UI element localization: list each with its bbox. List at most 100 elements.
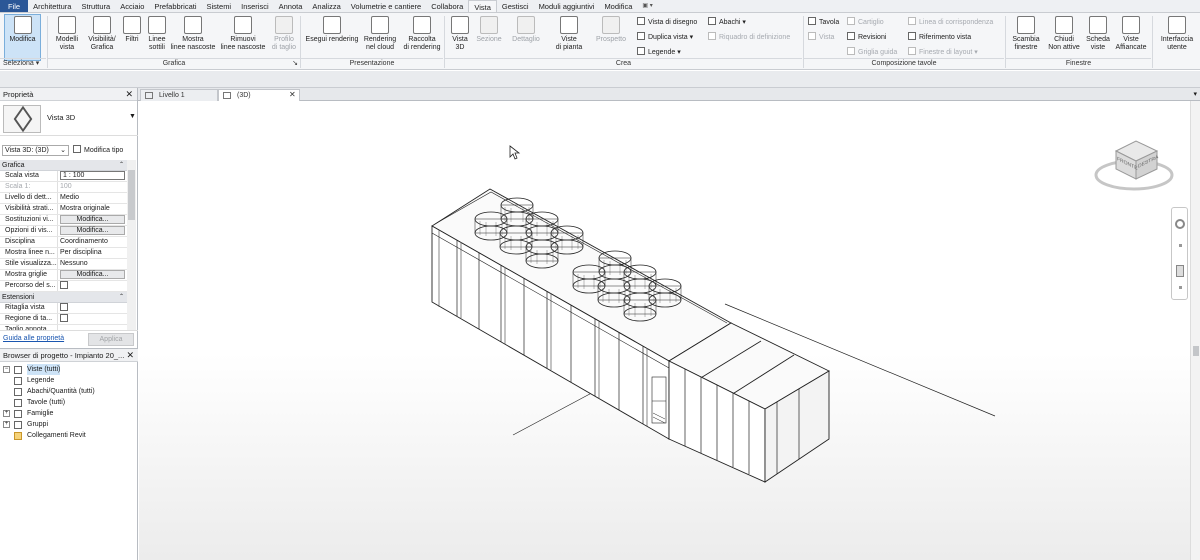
scroll-thumb[interactable]: [1193, 346, 1199, 356]
tree-item-famiglie[interactable]: + Famiglie: [0, 408, 138, 419]
linee-sottili-button[interactable]: Linee sottili: [145, 16, 169, 52]
finestre-layout-button[interactable]: Finestre di layout ▾: [908, 47, 978, 57]
expand-icon[interactable]: −: [3, 366, 10, 373]
abachi-button[interactable]: Abachi ▾: [708, 17, 746, 27]
apply-button[interactable]: Applica: [88, 333, 134, 346]
dettaglio-button[interactable]: Dettaglio: [509, 16, 543, 44]
prop-value[interactable]: Medio: [58, 193, 127, 203]
grafica-expand-icon[interactable]: ↘: [292, 59, 298, 69]
raccolta-rendering-button[interactable]: Raccolta di rendering: [403, 16, 441, 52]
menu-moduli[interactable]: Moduli aggiuntivi: [534, 0, 600, 12]
properties-scrollbar[interactable]: [127, 160, 136, 330]
prospetto-button[interactable]: Prospetto: [594, 16, 628, 44]
tree-item-tavole[interactable]: Tavole (tutti): [0, 397, 138, 408]
menu-annota[interactable]: Annota: [274, 0, 308, 12]
rendering-cloud-button[interactable]: Rendering nel cloud: [362, 16, 398, 52]
menu-contextual-toggle[interactable]: ▣ ▾: [637, 0, 657, 12]
chiudi-non-attive-button[interactable]: Chiudi Non attive: [1046, 16, 1082, 52]
checkbox[interactable]: [60, 303, 68, 311]
expand-icon[interactable]: +: [3, 410, 10, 417]
tree-item-legende[interactable]: Legende: [0, 375, 138, 386]
vista-3d-button[interactable]: Vista 3D: [449, 16, 471, 52]
interfaccia-utente-button[interactable]: Interfaccia utente: [1157, 16, 1197, 52]
close-icon[interactable]: ✕: [126, 349, 134, 362]
riquadro-definizione-button[interactable]: Riquadro di definizione: [708, 32, 790, 42]
close-icon[interactable]: ✕: [125, 88, 133, 101]
prop-value[interactable]: Mostra originale: [58, 204, 127, 214]
viewcube[interactable]: FRONTE DESTRA: [1091, 129, 1181, 199]
tree-item-collegamenti[interactable]: Collegamenti Revit: [0, 430, 138, 441]
scroll-thumb[interactable]: [128, 170, 135, 220]
menu-collabora[interactable]: Collabora: [426, 0, 468, 12]
tree-item-gruppi[interactable]: + Gruppi: [0, 419, 138, 430]
revisioni-button[interactable]: Revisioni: [847, 32, 886, 42]
duplica-vista-button[interactable]: Duplica vista ▾: [637, 32, 693, 42]
prop-value[interactable]: Nessuno: [58, 259, 127, 269]
close-icon[interactable]: ✕: [289, 89, 296, 100]
menu-modifica[interactable]: Modifica: [599, 0, 637, 12]
scambia-finestre-button[interactable]: Scambia finestre: [1010, 16, 1042, 52]
mostra-linee-nascoste-button[interactable]: Mostra linee nascoste: [170, 16, 216, 52]
menu-inserisci[interactable]: Inserisci: [236, 0, 274, 12]
vista-disegno-button[interactable]: Vista di disegno: [637, 17, 697, 27]
menu-prefabbricati[interactable]: Prefabbricati: [149, 0, 201, 12]
scala-vista-field[interactable]: 1 : 100: [60, 171, 125, 180]
sezione-button[interactable]: Sezione: [475, 16, 503, 44]
expand-icon[interactable]: +: [3, 421, 10, 428]
menu-architettura[interactable]: Architettura: [28, 0, 76, 12]
vista-place-button[interactable]: Vista: [808, 32, 834, 42]
modelli-vista-button[interactable]: Modelli vista: [53, 16, 81, 52]
drawing-canvas[interactable]: FRONTE DESTRA: [139, 101, 1190, 560]
tavola-button[interactable]: Tavola: [808, 17, 839, 27]
griglia-guida-button[interactable]: Griglia guida: [847, 47, 897, 57]
dropdown-icon[interactable]: [1179, 244, 1182, 247]
tree-item-abachi[interactable]: Abachi/Quantità (tutti): [0, 386, 138, 397]
riferimento-vista-button[interactable]: Riferimento vista: [908, 32, 971, 42]
modifica-button[interactable]: Modifica...: [60, 215, 125, 224]
type-selector[interactable]: Vista 3D ▼: [0, 102, 138, 136]
menu-gestisci[interactable]: Gestisci: [497, 0, 534, 12]
menu-analizza[interactable]: Analizza: [307, 0, 345, 12]
canvas-scrollbar[interactable]: [1190, 101, 1200, 560]
visibilita-grafica-button[interactable]: Visibilità/ Grafica: [86, 16, 118, 52]
modifica-button[interactable]: Modifica...: [60, 226, 125, 235]
prop-row: Mostra linee n... Per disciplina: [0, 248, 127, 259]
switch-windows-icon: [1017, 16, 1035, 34]
linea-corrispondenza-button[interactable]: Linea di corrispondenza: [908, 17, 993, 27]
zoom-icon[interactable]: [1176, 265, 1184, 277]
viste-affiancate-button[interactable]: Viste Affiancate: [1114, 16, 1148, 52]
modifica-tipo-button[interactable]: Modifica tipo: [73, 145, 123, 156]
checkbox[interactable]: [60, 314, 68, 322]
filtri-button[interactable]: Filtri: [121, 16, 143, 44]
viste-pianta-button[interactable]: Viste di pianta: [553, 16, 585, 52]
legende-button[interactable]: Legende ▾: [637, 47, 681, 57]
menu-sistemi[interactable]: Sistemi: [202, 0, 237, 12]
chevron-down-icon[interactable]: ▼: [129, 113, 136, 120]
group-header[interactable]: Estensioni ⌃: [0, 292, 127, 303]
steering-wheel-icon[interactable]: [1175, 219, 1185, 229]
menu-volumetrie[interactable]: Volumetrie e cantiere: [346, 0, 426, 12]
modifica-button[interactable]: Modifica: [4, 14, 41, 61]
menu-struttura[interactable]: Struttura: [76, 0, 115, 12]
cartiglio-button[interactable]: Cartiglio: [847, 17, 884, 27]
rimuovi-linee-nascoste-button[interactable]: Rimuovi linee nascoste: [219, 16, 267, 52]
prop-value[interactable]: Per disciplina: [58, 248, 127, 258]
dropdown-icon[interactable]: [1179, 286, 1182, 289]
tab-overflow-icon[interactable]: ▾: [1193, 90, 1197, 98]
tab-3d[interactable]: (3D) ✕: [218, 89, 300, 101]
menu-acciaio[interactable]: Acciaio: [115, 0, 149, 12]
help-link[interactable]: Guida alle proprietà: [3, 335, 64, 342]
tab-livello-1[interactable]: Livello 1: [140, 89, 218, 101]
group-header[interactable]: Grafica ⌃: [0, 160, 127, 171]
checkbox[interactable]: [60, 281, 68, 289]
menu-vista[interactable]: Vista: [468, 0, 497, 12]
scheda-viste-button[interactable]: Scheda viste: [1085, 16, 1111, 52]
menu-file[interactable]: File: [0, 0, 29, 12]
seleziona-panel-title[interactable]: Seleziona ▾: [0, 58, 46, 69]
modifica-button[interactable]: Modifica...: [60, 270, 125, 279]
esegui-rendering-button[interactable]: Esegui rendering: [304, 16, 360, 44]
instance-filter-dropdown[interactable]: Vista 3D: (3D) ⌄: [2, 145, 69, 156]
prop-value[interactable]: Coordinamento: [58, 237, 127, 247]
profilo-taglio-button[interactable]: Profilo di taglio: [270, 16, 298, 52]
tree-item-viste[interactable]: − Viste (tutti): [0, 364, 138, 375]
